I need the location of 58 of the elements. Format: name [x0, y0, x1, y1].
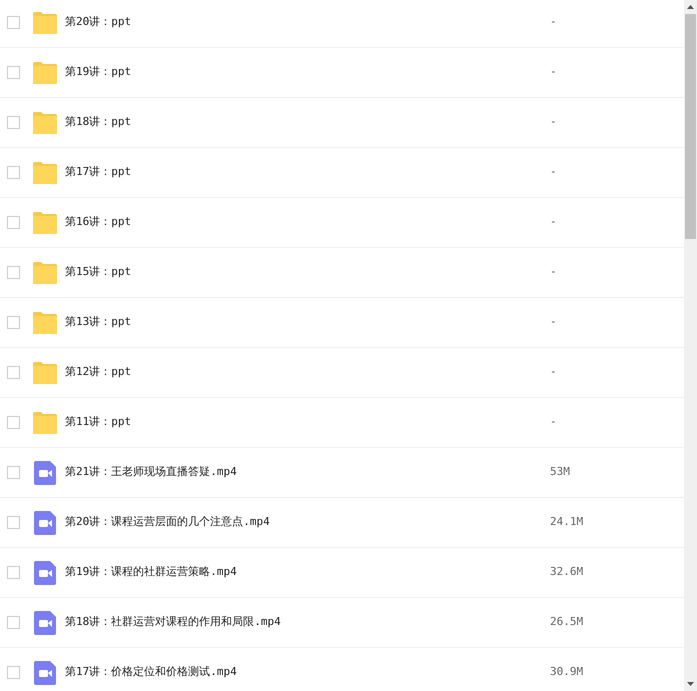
file-name[interactable]: 第21讲：王老师现场直播答疑.mp4 [65, 464, 550, 481]
file-name[interactable]: 第15讲：ppt [65, 264, 550, 281]
file-name[interactable]: 第12讲：ppt [65, 364, 550, 381]
checkbox[interactable] [7, 366, 20, 379]
file-name[interactable]: 第17讲：价格定位和价格测试.mp4 [65, 664, 550, 681]
checkbox[interactable] [7, 566, 20, 579]
folder-icon [33, 162, 57, 184]
checkbox[interactable] [7, 116, 20, 129]
checkbox[interactable] [7, 66, 20, 79]
file-name[interactable]: 第18讲：ppt [65, 114, 550, 131]
checkbox[interactable] [7, 316, 20, 329]
folder-icon [33, 362, 57, 384]
scrollbar[interactable] [684, 0, 697, 691]
file-size: - [550, 364, 557, 380]
video-camera-icon [34, 560, 56, 584]
folder-icon [33, 112, 57, 134]
file-name[interactable]: 第18讲：社群运营对课程的作用和局限.mp4 [65, 614, 550, 631]
file-name[interactable]: 第11讲：ppt [65, 414, 550, 431]
checkbox[interactable] [7, 166, 20, 179]
file-size: - [550, 414, 557, 430]
checkbox[interactable] [7, 266, 20, 279]
file-name[interactable]: 第19讲：ppt [65, 64, 550, 81]
folder-icon [33, 262, 57, 284]
checkbox[interactable] [7, 466, 20, 479]
file-name[interactable]: 第20讲：ppt [65, 14, 550, 31]
video-camera-icon [34, 460, 56, 484]
file-size: - [550, 164, 557, 180]
file-size: - [550, 64, 557, 80]
file-name[interactable]: 第20讲：课程运营层面的几个注意点.mp4 [65, 514, 550, 531]
checkbox[interactable] [7, 416, 20, 429]
file-size: - [550, 264, 557, 280]
file-size: - [550, 314, 557, 330]
file-name[interactable]: 第13讲：ppt [65, 314, 550, 331]
file-size: - [550, 14, 557, 30]
video-camera-icon [34, 510, 56, 534]
folder-icon [33, 312, 57, 334]
file-size: 24.1M [550, 514, 584, 530]
file-size: 32.6M [550, 564, 584, 580]
file-size: 53M [550, 464, 570, 480]
file-name[interactable]: 第19讲：课程的社群运营策略.mp4 [65, 564, 550, 581]
video-camera-icon [34, 660, 56, 684]
folder-icon [33, 12, 57, 34]
folder-icon [33, 412, 57, 434]
file-size: - [550, 114, 557, 130]
file-name[interactable]: 第17讲：ppt [65, 164, 550, 181]
folder-icon [33, 212, 57, 234]
file-size: - [550, 214, 557, 230]
file-size: 26.5M [550, 614, 584, 630]
folder-icon [33, 62, 57, 84]
checkbox[interactable] [7, 216, 20, 229]
file-name[interactable]: 第16讲：ppt [65, 214, 550, 231]
video-camera-icon [34, 610, 56, 634]
scrollbar-thumb[interactable] [685, 14, 696, 239]
file-size: 30.9M [550, 664, 584, 680]
checkbox[interactable] [7, 516, 20, 529]
checkbox[interactable] [7, 16, 20, 29]
checkbox[interactable] [7, 616, 20, 629]
checkbox[interactable] [7, 666, 20, 679]
